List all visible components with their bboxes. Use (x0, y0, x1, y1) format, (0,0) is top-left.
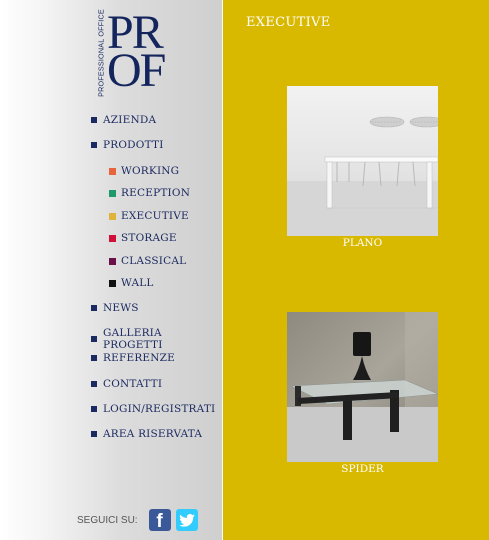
facebook-icon[interactable]: f (148, 509, 171, 531)
social-label: SEGUICI SU: (77, 514, 138, 526)
product-name: PLANO (342, 237, 383, 249)
category-color-swatch (109, 167, 116, 175)
main-nav: AZIENDA PRODOTTI WORKING RECEPTION EXECU… (0, 0, 223, 500)
nav-item-news[interactable]: NEWS (91, 302, 139, 314)
nav-bullet (91, 431, 97, 437)
subnav-item-working[interactable]: WORKING (109, 165, 179, 177)
nav-item-label: AREA RISERVATA (103, 428, 203, 440)
product-card-plano[interactable]: PLANO (287, 86, 438, 249)
product-name: SPIDER (341, 463, 384, 475)
nav-item-prodotti[interactable]: PRODOTTI (91, 139, 164, 151)
category-color-swatch (109, 279, 116, 287)
product-card-spider[interactable]: SPIDER (287, 312, 438, 475)
page-title: EXECUTIVE (246, 15, 331, 30)
product-image-plano[interactable] (287, 86, 438, 236)
subnav-item-classical[interactable]: CLASSICAL (109, 255, 186, 267)
nav-item-azienda[interactable]: AZIENDA (91, 114, 156, 126)
category-color-swatch (109, 189, 116, 197)
subnav-item-label: RECEPTION (121, 187, 191, 199)
subnav-item-label: WORKING (121, 165, 180, 177)
nav-item-galleria-progetti[interactable]: GALLERIA PROGETTI (91, 327, 223, 351)
category-color-swatch (109, 234, 116, 242)
social-links: SEGUICI SU: f (77, 509, 198, 531)
subnav-item-label: CLASSICAL (121, 255, 187, 267)
nav-item-label: LOGIN/REGISTRATI (103, 403, 216, 415)
nav-bullet (91, 336, 97, 342)
nav-item-label: PRODOTTI (103, 139, 164, 151)
subnav-item-storage[interactable]: STORAGE (109, 232, 177, 244)
nav-bullet (91, 142, 97, 148)
nav-item-contatti[interactable]: CONTATTI (91, 378, 162, 390)
product-image-spider[interactable] (287, 312, 438, 462)
nav-item-label: CONTATTI (103, 378, 163, 390)
nav-item-label: REFERENZE (103, 352, 176, 364)
subnav-item-label: WALL (121, 277, 154, 289)
nav-item-label: NEWS (103, 302, 139, 314)
category-color-swatch (109, 257, 116, 265)
nav-item-referenze[interactable]: REFERENZE (91, 352, 175, 364)
subnav-item-label: STORAGE (121, 232, 177, 244)
nav-bullet (91, 305, 97, 311)
nav-bullet (91, 117, 97, 123)
nav-bullet (91, 406, 97, 412)
sidebar: PROFESSIONAL OFFICE PR OF AZIENDA PRODOT… (0, 0, 223, 540)
subnav-item-label: EXECUTIVE (121, 210, 189, 222)
nav-item-area-riservata[interactable]: AREA RISERVATA (91, 428, 202, 440)
subnav-item-reception[interactable]: RECEPTION (109, 187, 190, 199)
nav-item-login[interactable]: LOGIN/REGISTRATI (91, 403, 215, 415)
subnav-item-wall[interactable]: WALL (109, 277, 154, 289)
nav-bullet (91, 381, 97, 387)
nav-item-label: GALLERIA PROGETTI (103, 327, 163, 351)
category-color-swatch (109, 212, 116, 220)
subnav-item-executive[interactable]: EXECUTIVE (109, 210, 189, 222)
nav-bullet (91, 355, 97, 361)
twitter-icon[interactable] (175, 509, 198, 531)
nav-item-label: AZIENDA (103, 114, 157, 126)
